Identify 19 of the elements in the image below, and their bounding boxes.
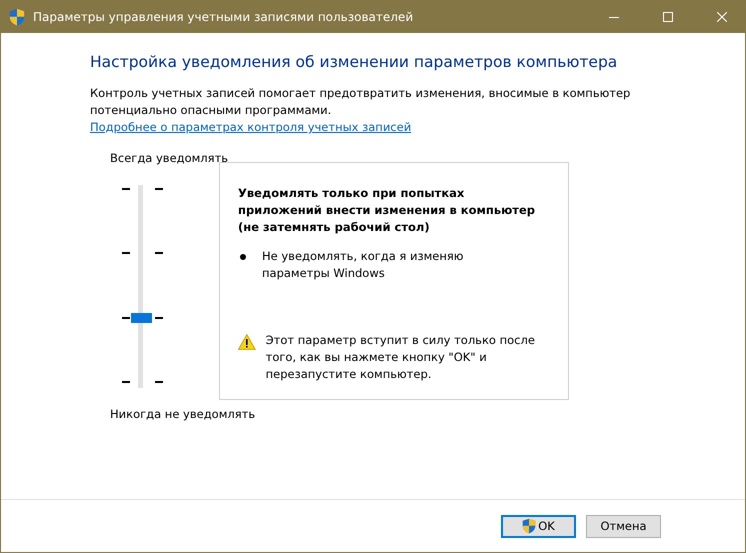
help-link[interactable]: Подробнее о параметрах контроля учетных записей [90, 119, 412, 136]
ok-button[interactable]: OK [501, 514, 576, 538]
page-heading: Настройка уведомления об изменении параметров компьютера [90, 53, 618, 71]
cancel-button[interactable]: Отмена [586, 514, 661, 538]
shield-icon [9, 8, 25, 26]
shield-icon [522, 518, 536, 534]
warning-icon [238, 334, 256, 350]
info-bullet: Не уведомлять, когда я изменяю параметры Windows [262, 248, 464, 282]
slider-top-label: Всегда уведомлять [110, 150, 228, 166]
maximize-icon [663, 12, 673, 22]
bullet-icon [240, 254, 246, 260]
window-title: Параметры управления учетными записями пользователей [33, 10, 414, 24]
slider-thumb[interactable] [131, 312, 152, 323]
warning-text: Этот параметр вступит в силу только после того, как вы нажмете кнопку "OK" и перезапустите компьютер. [266, 332, 536, 383]
slider-bottom-label: Никогда не уведомлять [110, 406, 256, 422]
minimize-icon [609, 16, 619, 18]
info-title: Уведомлять только при попытках приложений внести изменения в компьютер (не затемнять рабочий стол) [238, 185, 536, 236]
description-text: Контроль учетных записей помогает предотвратить изменения, вносимые в компьютер потенциально опасными программами. [90, 85, 632, 119]
close-icon [717, 12, 727, 22]
